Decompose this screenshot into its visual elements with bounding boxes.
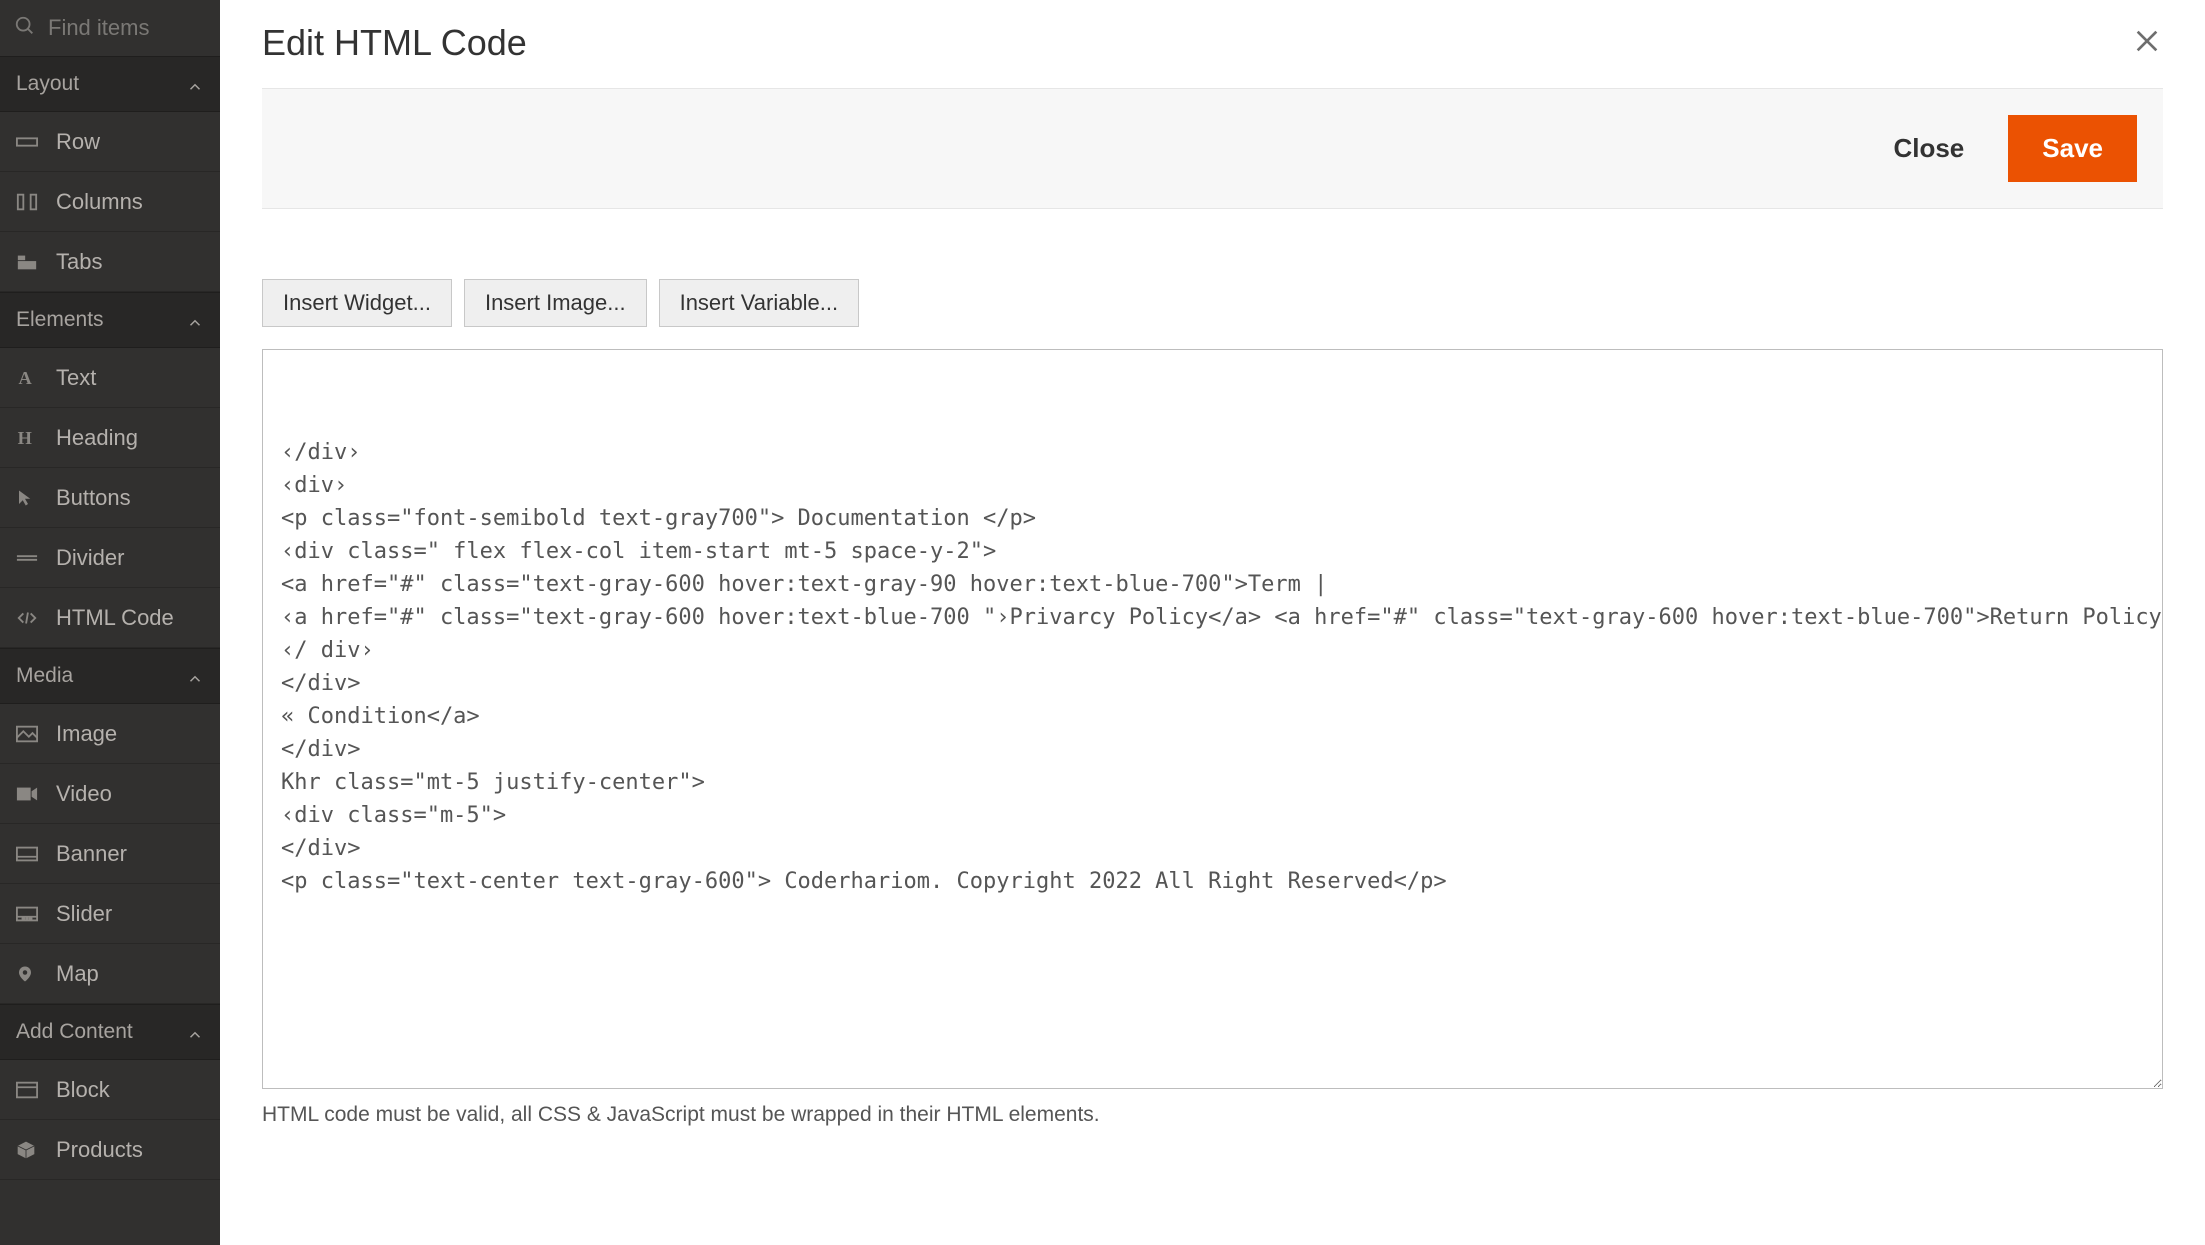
tabs-icon	[16, 253, 44, 271]
cursor-icon	[16, 488, 44, 508]
image-icon	[16, 725, 44, 743]
sidebar-item-map[interactable]: Map	[0, 944, 220, 1004]
chevron-down-icon	[186, 1020, 204, 1044]
insert-widget-button[interactable]: Insert Widget...	[262, 279, 452, 327]
heading-icon: H	[16, 428, 44, 448]
sidebar-search[interactable]	[0, 0, 220, 56]
sidebar-item-banner[interactable]: Banner	[0, 824, 220, 884]
section-label: Layout	[16, 72, 79, 96]
sidebar-item-divider[interactable]: Divider	[0, 528, 220, 588]
sidebar-item-label: Divider	[56, 545, 124, 571]
editor-hint: HTML code must be valid, all CSS & JavaS…	[262, 1103, 2163, 1127]
svg-text:H: H	[18, 428, 32, 448]
search-input[interactable]	[48, 15, 206, 41]
section-elements[interactable]: Elements	[0, 292, 220, 348]
section-label: Elements	[16, 308, 104, 332]
section-label: Add Content	[16, 1020, 133, 1044]
close-icon[interactable]	[2131, 25, 2163, 62]
chevron-down-icon	[186, 308, 204, 332]
block-icon	[16, 1081, 44, 1099]
code-icon	[16, 609, 44, 627]
save-button[interactable]: Save	[2008, 115, 2137, 182]
sidebar-item-label: Columns	[56, 189, 143, 215]
search-icon	[14, 15, 36, 42]
slider-icon	[16, 906, 44, 922]
section-media[interactable]: Media	[0, 648, 220, 704]
sidebar-item-columns[interactable]: Columns	[0, 172, 220, 232]
sidebar-item-label: Image	[56, 721, 117, 747]
sidebar-item-label: Heading	[56, 425, 138, 451]
sidebar-item-block[interactable]: Block	[0, 1060, 220, 1120]
sidebar-item-label: Slider	[56, 901, 112, 927]
columns-icon	[16, 192, 44, 212]
action-bar: Close Save	[262, 88, 2163, 209]
sidebar-item-html-code[interactable]: HTML Code	[0, 588, 220, 648]
sidebar-item-label: Products	[56, 1137, 143, 1163]
sidebar-item-label: Block	[56, 1077, 110, 1103]
sidebar-item-label: Tabs	[56, 249, 102, 275]
box-icon	[16, 1140, 44, 1160]
sidebar: Layout Row Columns Tabs Elements A Text …	[0, 0, 220, 1245]
chevron-down-icon	[186, 664, 204, 688]
section-layout[interactable]: Layout	[0, 56, 220, 112]
text-icon: A	[16, 368, 44, 388]
page-title: Edit HTML Code	[262, 22, 527, 64]
map-pin-icon	[16, 963, 44, 985]
sidebar-item-tabs[interactable]: Tabs	[0, 232, 220, 292]
insert-toolbar: Insert Widget... Insert Image... Insert …	[262, 279, 2163, 327]
row-icon	[16, 135, 44, 149]
banner-icon	[16, 846, 44, 862]
sidebar-item-label: Row	[56, 129, 100, 155]
sidebar-item-label: HTML Code	[56, 605, 174, 631]
insert-image-button[interactable]: Insert Image...	[464, 279, 647, 327]
sidebar-item-row[interactable]: Row	[0, 112, 220, 172]
sidebar-item-products[interactable]: Products	[0, 1120, 220, 1180]
sidebar-item-buttons[interactable]: Buttons	[0, 468, 220, 528]
sidebar-item-label: Banner	[56, 841, 127, 867]
video-icon	[16, 786, 44, 802]
sidebar-item-label: Map	[56, 961, 99, 987]
sidebar-item-label: Video	[56, 781, 112, 807]
insert-variable-button[interactable]: Insert Variable...	[659, 279, 860, 327]
chevron-down-icon	[186, 72, 204, 96]
sidebar-item-label: Text	[56, 365, 96, 391]
section-add-content[interactable]: Add Content	[0, 1004, 220, 1060]
divider-icon	[16, 552, 44, 564]
sidebar-item-slider[interactable]: Slider	[0, 884, 220, 944]
sidebar-item-label: Buttons	[56, 485, 131, 511]
sidebar-item-video[interactable]: Video	[0, 764, 220, 824]
html-code-editor[interactable]	[262, 349, 2163, 1089]
svg-text:A: A	[19, 368, 33, 388]
sidebar-item-heading[interactable]: H Heading	[0, 408, 220, 468]
sidebar-item-text[interactable]: A Text	[0, 348, 220, 408]
close-button[interactable]: Close	[1871, 115, 1986, 182]
sidebar-item-image[interactable]: Image	[0, 704, 220, 764]
main-panel: Edit HTML Code Close Save Insert Widget.…	[220, 0, 2205, 1245]
section-label: Media	[16, 664, 73, 688]
